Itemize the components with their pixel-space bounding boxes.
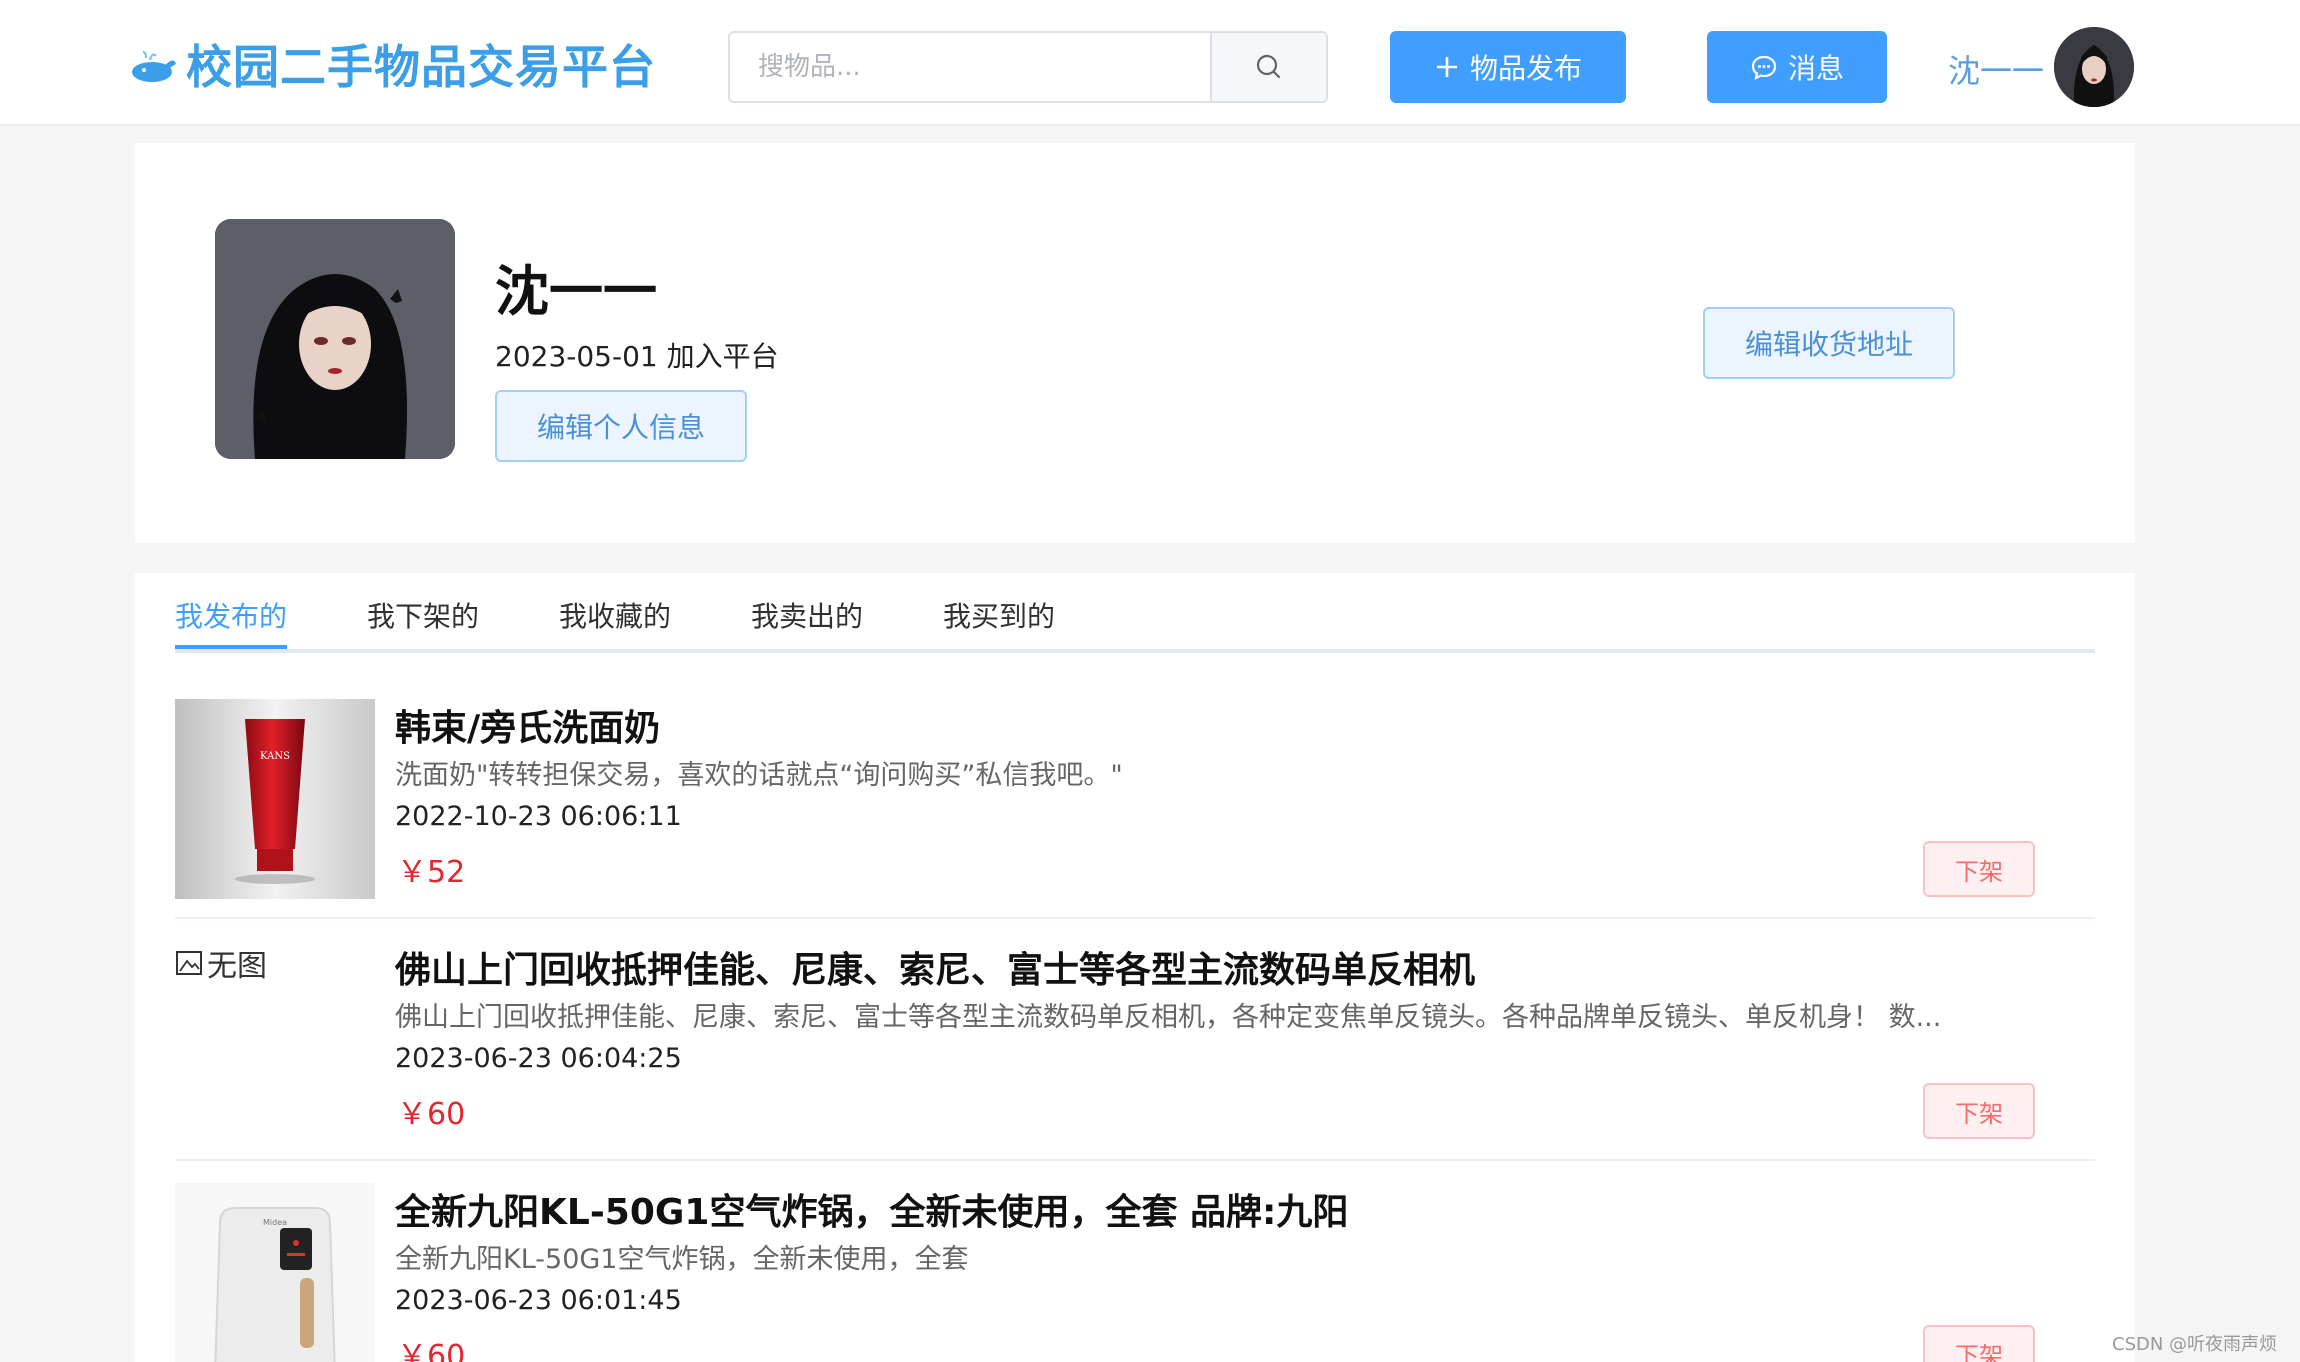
item-date: 2023-06-23 06:04:25 bbox=[395, 1043, 682, 1074]
profile-avatar bbox=[215, 219, 455, 459]
item-title[interactable]: 韩束/旁氏洗面奶 bbox=[395, 699, 660, 751]
tube-brand-text: KANS bbox=[260, 751, 290, 762]
item-date: 2022-10-23 06:06:11 bbox=[395, 801, 682, 832]
item-description: 洗面奶"转转担保交易，喜欢的话就点“询问购买”私信我吧。" bbox=[395, 760, 1123, 791]
delist-button[interactable]: 下架 bbox=[1923, 1325, 2035, 1362]
whale-logo-icon bbox=[132, 51, 176, 82]
item-thumbnail[interactable]: KANS bbox=[175, 699, 375, 899]
messages-button[interactable]: 消息 bbox=[1707, 31, 1887, 103]
search-button[interactable] bbox=[1210, 33, 1326, 101]
cleanser-tube-image: KANS bbox=[175, 699, 375, 899]
listing-item[interactable]: 无图 佛山上门回收抵押佳能、尼康、索尼、富士等各型主流数码单反相机 佛山上门回收… bbox=[175, 919, 2095, 1161]
plus-icon bbox=[1436, 57, 1457, 77]
tab-my-bought[interactable]: 我买到的 bbox=[943, 595, 1055, 635]
listing-item[interactable]: Midea 全新九阳KL-50G1空气炸锅，全新未使用，全套 品牌:九阳 全新九… bbox=[175, 1161, 2095, 1362]
delist-button[interactable]: 下架 bbox=[1923, 1083, 2035, 1139]
profile-name: 沈一一 bbox=[495, 260, 657, 323]
item-description: 全新九阳KL-50G1空气炸锅，全新未使用，全套 bbox=[395, 1244, 969, 1275]
csdn-watermark: CSDN @听夜雨声烦 bbox=[2112, 1334, 2278, 1355]
search-input[interactable] bbox=[730, 33, 1210, 101]
item-date: 2023-06-23 06:01:45 bbox=[395, 1285, 682, 1316]
item-price: ￥60 bbox=[397, 1339, 466, 1362]
profile-card: 沈一一 2023-05-01 加入平台 编辑个人信息 编辑收货地址 bbox=[135, 143, 2135, 543]
search-icon bbox=[1256, 54, 1281, 79]
user-avatar[interactable] bbox=[2054, 27, 2134, 107]
listing-panel: 我发布的 我下架的 我收藏的 我卖出的 我买到的 KANS 韩束/旁氏洗面奶 洗… bbox=[135, 573, 2135, 1362]
edit-profile-button[interactable]: 编辑个人信息 bbox=[495, 390, 747, 462]
listing-tabs: 我发布的 我下架的 我收藏的 我卖出的 我买到的 bbox=[175, 573, 2095, 653]
publish-item-label: 物品发布 bbox=[1469, 52, 1582, 85]
item-price: ￥60 bbox=[397, 1097, 466, 1132]
fryer-brand-text: Midea bbox=[263, 1218, 287, 1227]
no-image-placeholder: 无图 bbox=[175, 941, 267, 985]
tab-my-delisted[interactable]: 我下架的 bbox=[367, 595, 479, 635]
item-thumbnail[interactable]: Midea bbox=[175, 1183, 375, 1362]
active-tab-indicator bbox=[175, 645, 287, 649]
current-user-name[interactable]: 沈一一 bbox=[1948, 46, 2044, 92]
messages-label: 消息 bbox=[1787, 52, 1844, 85]
profile-avatar-image bbox=[215, 219, 455, 459]
item-title[interactable]: 全新九阳KL-50G1空气炸锅，全新未使用，全套 品牌:九阳 bbox=[395, 1183, 1348, 1235]
no-image-text: 无图 bbox=[207, 949, 267, 984]
chat-bubble-icon bbox=[1751, 55, 1777, 81]
search-box bbox=[728, 31, 1328, 103]
brand-title: 校园二手物品交易平台 bbox=[186, 40, 656, 94]
brand-logo[interactable]: 校园二手物品交易平台 bbox=[130, 34, 656, 94]
tab-my-favorites[interactable]: 我收藏的 bbox=[559, 595, 671, 635]
edit-address-button[interactable]: 编辑收货地址 bbox=[1703, 307, 1955, 379]
tab-my-published[interactable]: 我发布的 bbox=[175, 595, 287, 635]
top-nav-bar: 校园二手物品交易平台 物品发布 消息 沈一一 bbox=[0, 0, 2300, 126]
broken-image-icon bbox=[176, 951, 202, 975]
item-description: 佛山上门回收抵押佳能、尼康、索尼、富士等各型主流数码单反相机，各种定变焦单反镜头… bbox=[395, 1002, 1942, 1033]
listing-item[interactable]: KANS 韩束/旁氏洗面奶 洗面奶"转转担保交易，喜欢的话就点“询问购买”私信我… bbox=[175, 677, 2095, 919]
item-price: ￥52 bbox=[397, 855, 466, 890]
publish-item-button[interactable]: 物品发布 bbox=[1390, 31, 1626, 103]
delist-button[interactable]: 下架 bbox=[1923, 841, 2035, 897]
user-avatar-image bbox=[2054, 27, 2134, 107]
item-title[interactable]: 佛山上门回收抵押佳能、尼康、索尼、富士等各型主流数码单反相机 bbox=[395, 941, 1475, 993]
profile-join-date: 2023-05-01 加入平台 bbox=[495, 340, 779, 373]
tab-my-sold[interactable]: 我卖出的 bbox=[751, 595, 863, 635]
air-fryer-image: Midea bbox=[175, 1183, 375, 1362]
